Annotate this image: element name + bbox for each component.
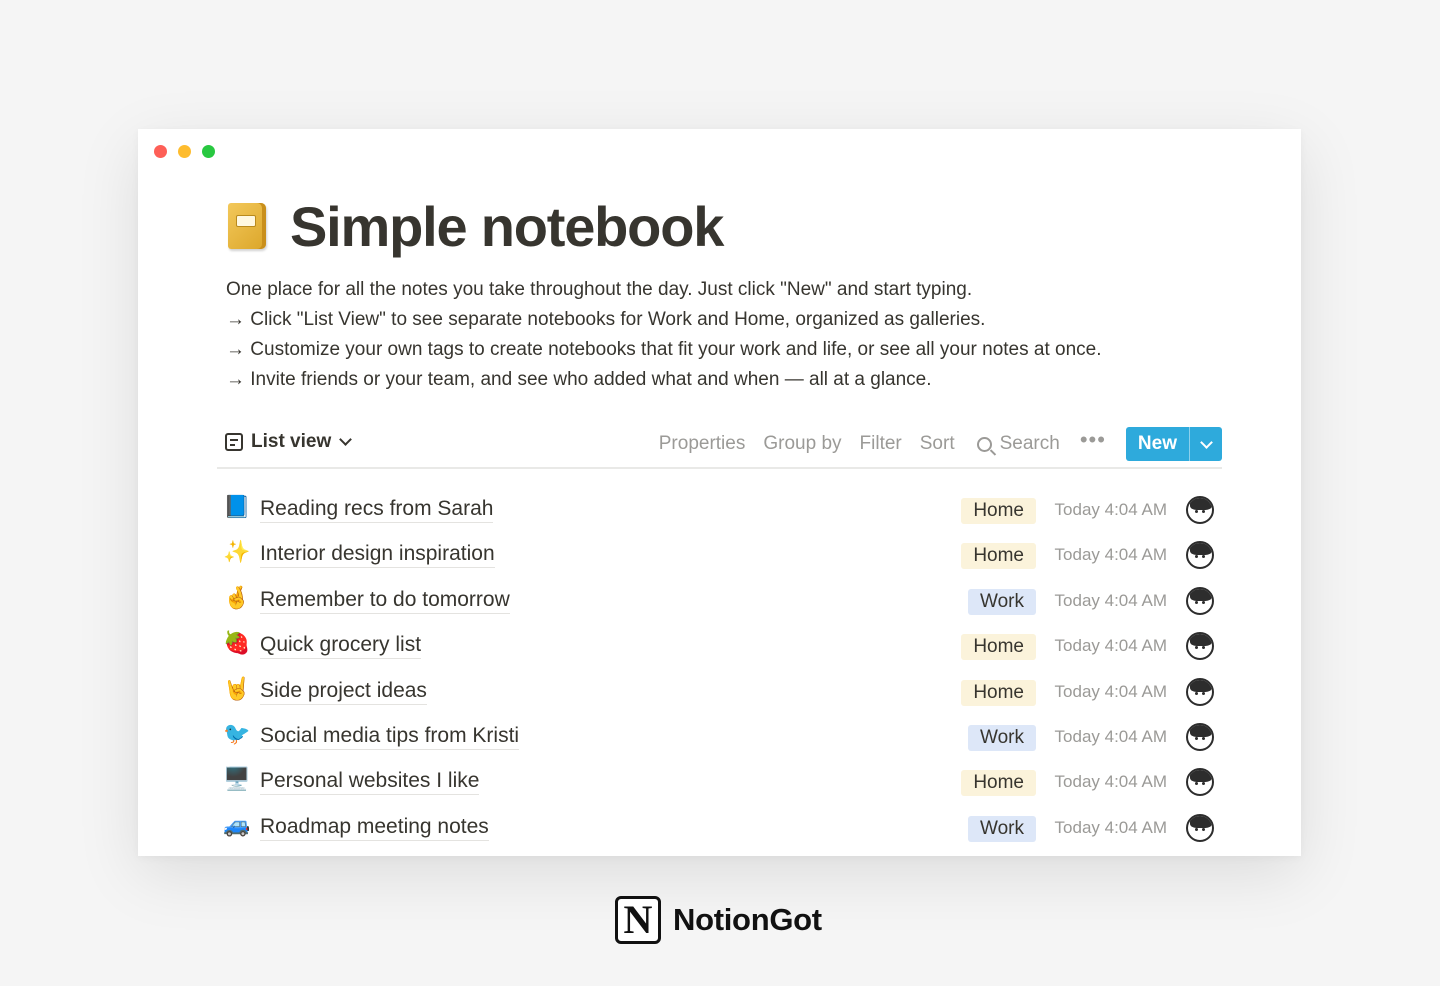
created-time: Today 4:04 AM xyxy=(1054,726,1167,746)
list-item[interactable]: 📘 Reading recs from Sarah Home Today 4:04 A… xyxy=(217,489,1222,534)
avatar[interactable] xyxy=(1186,722,1214,751)
note-title-link[interactable]: Social media tips from Kristi xyxy=(260,724,520,750)
page-emoji-icon[interactable]: 📘 xyxy=(223,495,250,521)
properties-button[interactable]: Properties xyxy=(659,433,746,455)
tag-badge: Work xyxy=(968,588,1036,615)
description-line: One place for all the notes you take thr… xyxy=(226,279,973,300)
page-header: Simple notebook xyxy=(224,199,724,255)
created-time: Today 4:04 AM xyxy=(1054,817,1167,837)
window-controls xyxy=(154,145,215,158)
list-item[interactable]: 🤞 Remember to do tomorrow Work Today 4:04 A… xyxy=(217,580,1222,625)
page-emoji-icon[interactable]: ✨ xyxy=(223,540,250,566)
note-title-link[interactable]: Quick grocery list xyxy=(260,633,422,660)
created-time: Today 4:04 AM xyxy=(1054,545,1167,565)
close-window-button[interactable] xyxy=(154,145,167,158)
database-toolbar: List view Properties Group by Filter Sor… xyxy=(217,427,1222,469)
notiongot-logo: N xyxy=(615,896,661,944)
list-item[interactable]: 🐦 Social media tips from Kristi Work Today … xyxy=(217,716,1222,761)
description-line: → Customize your own tags to create note… xyxy=(226,339,1102,360)
brand-footer: N NotionGot xyxy=(615,896,822,944)
view-switcher[interactable]: List view xyxy=(225,431,353,453)
toolbar-actions: Properties Group by Filter Sort Search •… xyxy=(659,427,1222,461)
chevron-down-icon xyxy=(339,433,353,446)
note-title-link[interactable]: Roadmap meeting notes xyxy=(260,815,489,841)
page-emoji-icon[interactable]: 🖥️ xyxy=(223,767,250,793)
list-item[interactable]: 🚙 Roadmap meeting notes Work Today 4:04 AM xyxy=(217,807,1222,852)
tag-badge: Home xyxy=(961,543,1036,570)
new-button-group: New xyxy=(1125,427,1222,461)
more-options-icon[interactable]: ••• xyxy=(1080,429,1106,451)
avatar[interactable] xyxy=(1186,586,1214,615)
avatar[interactable] xyxy=(1186,541,1214,570)
created-time: Today 4:04 AM xyxy=(1054,500,1167,519)
avatar[interactable] xyxy=(1186,677,1214,706)
page-emoji-icon[interactable]: 🤞 xyxy=(223,586,250,612)
page-title[interactable]: Simple notebook xyxy=(290,199,724,255)
brand-name: NotionGot xyxy=(673,902,822,937)
chevron-down-icon xyxy=(1199,435,1213,449)
maximize-window-button[interactable] xyxy=(202,145,215,158)
tag-badge: Work xyxy=(968,815,1036,842)
description-line: → Click "List View" to see separate note… xyxy=(226,309,986,330)
note-title-link[interactable]: Interior design inspiration xyxy=(260,542,495,569)
search-icon xyxy=(976,436,992,452)
avatar[interactable] xyxy=(1186,813,1214,842)
created-time: Today 4:04 AM xyxy=(1054,681,1167,701)
notebook-icon[interactable] xyxy=(224,199,272,255)
avatar[interactable] xyxy=(1186,768,1214,797)
minimize-window-button[interactable] xyxy=(178,145,191,158)
tag-badge: Home xyxy=(961,634,1036,661)
sort-button[interactable]: Sort xyxy=(920,433,955,455)
tag-badge: Home xyxy=(961,770,1036,797)
list-item[interactable]: 🤘 Side project ideas Home Today 4:04 AM xyxy=(217,671,1222,716)
tag-badge: Home xyxy=(961,498,1036,524)
list-view-icon xyxy=(225,433,243,451)
list-item[interactable]: 🖥️ Personal websites I like Home Today 4:04… xyxy=(217,761,1222,806)
note-title-link[interactable]: Side project ideas xyxy=(260,679,427,705)
created-time: Today 4:04 AM xyxy=(1054,636,1167,656)
view-switcher-label: List view xyxy=(251,431,332,452)
note-title-link[interactable]: Remember to do tomorrow xyxy=(260,588,510,614)
avatar[interactable] xyxy=(1186,632,1214,661)
tag-badge: Home xyxy=(961,679,1036,706)
search-label: Search xyxy=(999,433,1060,454)
note-title-link[interactable]: Reading recs from Sarah xyxy=(260,497,494,523)
tag-badge: Work xyxy=(968,724,1036,751)
page-emoji-icon[interactable]: 🤘 xyxy=(223,677,250,703)
note-title-link[interactable]: Personal websites I like xyxy=(260,769,480,796)
search-button[interactable]: Search xyxy=(976,433,1060,455)
app-window: Simple notebook One place for all the no… xyxy=(138,129,1301,856)
created-time: Today 4:04 AM xyxy=(1054,590,1167,610)
created-time: Today 4:04 AM xyxy=(1054,772,1167,792)
page-emoji-icon[interactable]: 🐦 xyxy=(223,722,250,748)
page-description: One place for all the notes you take thr… xyxy=(226,275,1102,395)
description-line: → Invite friends or your team, and see w… xyxy=(226,369,932,390)
notes-list: 📘 Reading recs from Sarah Home Today 4:04 A… xyxy=(217,489,1222,852)
group-by-button[interactable]: Group by xyxy=(763,433,841,455)
list-item[interactable]: ✨ Interior design inspiration Home Today 4:… xyxy=(217,534,1222,579)
page-emoji-icon[interactable]: 🍓 xyxy=(223,631,250,657)
page-emoji-icon[interactable]: 🚙 xyxy=(223,813,250,839)
avatar[interactable] xyxy=(1186,496,1214,524)
filter-button[interactable]: Filter xyxy=(860,433,902,455)
new-button[interactable]: New xyxy=(1126,427,1189,461)
list-item[interactable]: 🍓 Quick grocery list Home Today 4:04 AM xyxy=(217,625,1222,670)
new-options-dropdown[interactable] xyxy=(1189,427,1222,461)
